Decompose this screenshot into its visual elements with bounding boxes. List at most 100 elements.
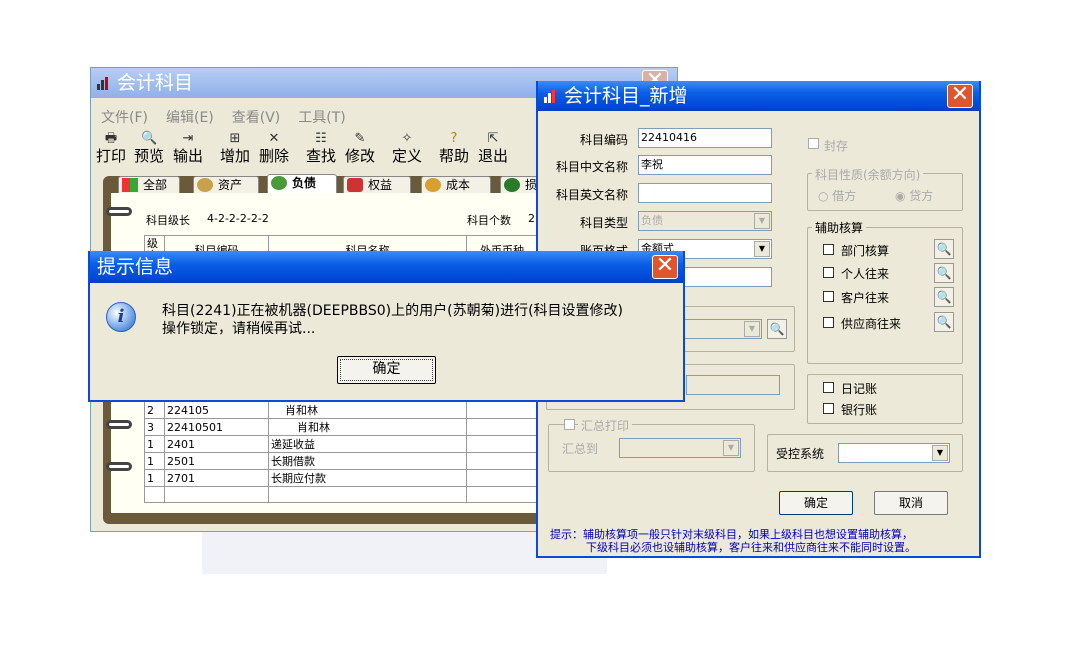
exit-icon: ⇱ <box>487 131 499 146</box>
code-label: 科目编码 <box>579 133 628 147</box>
cost-icon <box>425 178 441 192</box>
journal-checkbox[interactable] <box>823 382 834 393</box>
export-icon: ⇥ <box>182 131 194 146</box>
cn-name-field[interactable]: 李祝 <box>638 155 772 175</box>
delete-button[interactable]: ✕ 删除 <box>257 131 291 165</box>
summary-to-label: 汇总到 <box>562 442 599 456</box>
en-name-field[interactable] <box>638 183 772 203</box>
tab-assets[interactable]: 资产 <box>193 176 259 194</box>
search-icon[interactable]: 🔍 <box>934 263 954 283</box>
preview-button[interactable]: 🔍 预览 <box>132 131 166 165</box>
account-table-rows: 2 224105 肖和林 3 22410501 肖和林 1 2401 递延收益 1 2501 长… <box>144 401 538 503</box>
export-button[interactable]: ⇥ 输出 <box>171 131 205 165</box>
count-label: 科目个数 <box>467 214 511 227</box>
info-icon: i <box>106 302 136 332</box>
info-message-line-1: 科目(2241)正在被机器(DEEPBBS0)上的用户(苏朝菊)进行(科目设置修… <box>162 303 623 319</box>
new-account-titlebar: 会计科目_新增 <box>538 81 979 111</box>
cancel-button[interactable]: 取消 <box>874 491 948 515</box>
aux-group-title: 辅助核算 <box>812 219 867 236</box>
liabilities-icon <box>271 176 287 190</box>
info-dialog-titlebar: 提示信息 <box>90 251 683 283</box>
personal-checkbox[interactable] <box>823 267 834 278</box>
tab-equity[interactable]: 权益 <box>343 176 411 194</box>
app-icon <box>544 90 558 103</box>
tab-profit-loss[interactable]: 损 <box>500 176 540 194</box>
info-message-line-2: 操作锁定，请稍候再试... <box>162 321 316 337</box>
credit-radio[interactable]: ◉ 贷方 <box>895 187 933 204</box>
type-select: 负债 ▼ <box>638 211 772 231</box>
find-icon: ☷ <box>315 131 327 146</box>
type-label: 科目类型 <box>579 216 628 230</box>
info-dialog-close-button[interactable]: ✕ <box>652 255 678 279</box>
journal-label: 日记账 <box>841 382 878 396</box>
tab-cost[interactable]: 成本 <box>421 176 491 194</box>
tab-liabilities[interactable]: 负债 <box>267 174 337 194</box>
help-button[interactable]: ? 帮助 <box>437 131 471 165</box>
hint-line-2: 下级科目必须也设辅助核算，客户往来和供应商往来不能同时设置。 <box>586 541 916 554</box>
table-row[interactable]: 3 22410501 肖和林 <box>144 418 538 436</box>
assets-icon <box>197 178 213 192</box>
control-label: 受控系统 <box>776 447 825 461</box>
tab-all[interactable]: 全部 <box>118 176 180 194</box>
search-icon[interactable]: 🔍 <box>934 312 954 332</box>
new-account-title: 会计科目_新增 <box>564 85 688 107</box>
menu-tools[interactable]: 工具(T) <box>298 107 345 127</box>
binder-ring <box>106 207 132 216</box>
quantity-field <box>686 375 780 395</box>
level-value: 4-2-2-2-2-2 <box>207 212 269 225</box>
seal-checkbox[interactable] <box>808 138 819 149</box>
help-icon: ? <box>450 131 458 146</box>
chevron-down-icon: ▼ <box>754 213 770 229</box>
table-row-empty <box>144 486 538 503</box>
table-row[interactable]: 1 2501 长期借款 <box>144 452 538 470</box>
info-dialog-title: 提示信息 <box>97 256 174 278</box>
customer-checkbox[interactable] <box>823 291 834 302</box>
search-icon[interactable]: 🔍 <box>934 239 954 259</box>
department-label: 部门核算 <box>841 244 890 258</box>
add-button[interactable]: ⊞ 增加 <box>218 131 252 165</box>
find-button[interactable]: ☷ 查找 <box>304 131 338 165</box>
binder-ring <box>106 420 132 429</box>
define-button[interactable]: ✧ 定义 <box>390 131 424 165</box>
en-name-label: 科目英文名称 <box>555 188 628 202</box>
control-select[interactable]: ▼ <box>838 443 950 463</box>
menu-file[interactable]: 文件(F) <box>101 107 148 127</box>
modify-button[interactable]: ✎ 修改 <box>343 131 377 165</box>
search-icon[interactable]: 🔍 <box>767 319 787 339</box>
chevron-down-icon[interactable]: ▼ <box>754 241 770 257</box>
cn-name-label: 科目中文名称 <box>555 160 628 174</box>
summary-print-label: 汇总打印 <box>578 417 633 434</box>
supplier-checkbox[interactable] <box>823 317 834 328</box>
table-row[interactable]: 1 2401 递延收益 <box>144 435 538 453</box>
print-button[interactable]: 🖶 打印 <box>94 131 128 165</box>
debit-radio[interactable]: ○ 借方 <box>818 187 856 204</box>
nature-group-title: 科目性质(余额方向) <box>812 166 924 183</box>
supplier-label: 供应商往来 <box>841 317 902 331</box>
delete-icon: ✕ <box>268 131 280 146</box>
chevron-down-icon[interactable]: ▼ <box>932 445 948 461</box>
menu-view[interactable]: 查看(V) <box>232 107 281 127</box>
preview-icon: 🔍 <box>141 131 158 146</box>
printer-icon: 🖶 <box>104 131 118 146</box>
summary-print-checkbox[interactable] <box>564 419 575 430</box>
bank-label: 银行账 <box>841 403 878 417</box>
code-field[interactable]: 22410416 <box>638 128 772 148</box>
chevron-down-icon: ▼ <box>723 440 739 456</box>
level-label: 科目级长 <box>146 214 190 227</box>
info-ok-button[interactable]: 确定 <box>337 356 436 384</box>
table-row[interactable]: 1 2701 长期应付款 <box>144 469 538 487</box>
ok-button[interactable]: 确定 <box>779 491 853 515</box>
modify-icon: ✎ <box>354 131 366 146</box>
personal-label: 个人往来 <box>841 267 890 281</box>
bank-checkbox[interactable] <box>823 403 834 414</box>
table-row[interactable]: 2 224105 肖和林 <box>144 401 538 419</box>
menu-edit[interactable]: 编辑(E) <box>166 107 214 127</box>
new-account-close-button[interactable]: ✕ <box>947 84 973 108</box>
search-icon[interactable]: 🔍 <box>934 287 954 307</box>
count-value: 2 <box>528 212 535 225</box>
all-icon <box>122 178 138 192</box>
add-icon: ⊞ <box>229 131 241 146</box>
magic-wand-icon: ✧ <box>401 131 413 146</box>
exit-button[interactable]: ⇱ 退出 <box>476 131 510 165</box>
department-checkbox[interactable] <box>823 244 834 255</box>
